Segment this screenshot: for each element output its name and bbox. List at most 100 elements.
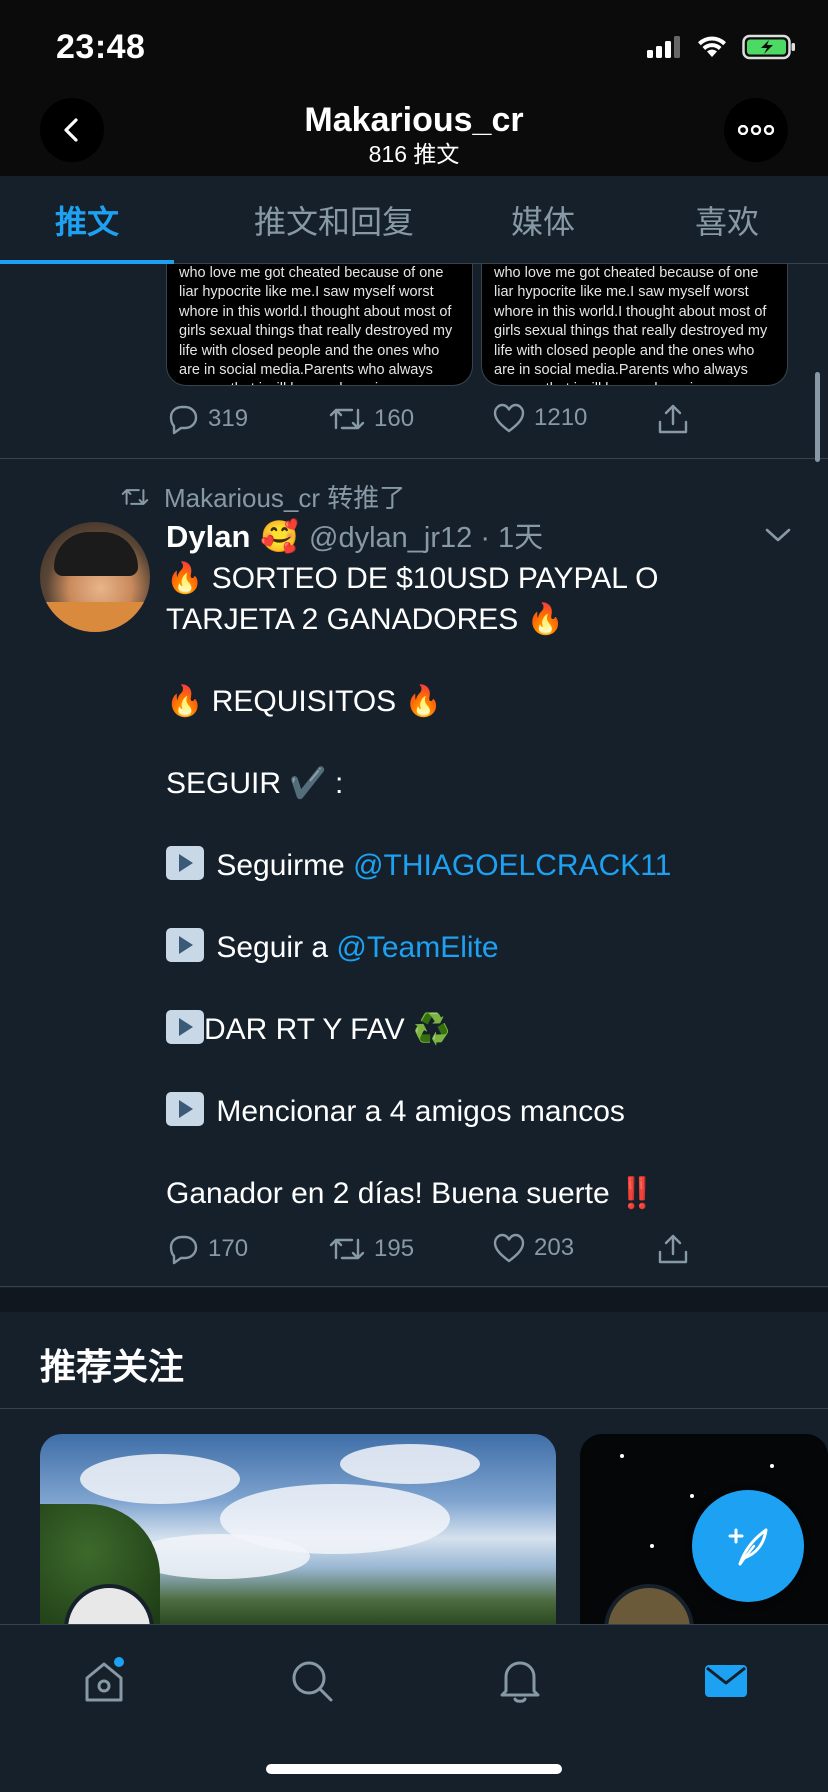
tweet-line-title: 🔥 SORTEO DE $10USD PAYPAL O TARJETA 2 GA… xyxy=(166,562,659,636)
play-button-emoji-icon xyxy=(166,1010,204,1044)
retweet-icon xyxy=(329,1238,365,1260)
status-icons xyxy=(646,34,796,60)
seguirme-text: Seguirme xyxy=(216,849,354,882)
retweet-count: 160 xyxy=(374,405,415,432)
retweet-button[interactable]: 195 xyxy=(328,1232,414,1266)
heart-icon xyxy=(493,403,525,433)
tab-tweets-label: 推文 xyxy=(54,204,119,240)
like-count: 1210 xyxy=(534,404,588,431)
retweet-icon xyxy=(329,408,365,430)
star-dot xyxy=(690,1494,694,1498)
media-image-2-text: who love me got cheated because of one l… xyxy=(494,265,768,385)
mention-link-thiagoelcrack11[interactable]: @THIAGOELCRACK11 xyxy=(353,849,671,882)
like-button[interactable]: 1210 xyxy=(492,402,587,434)
tweet-divider xyxy=(0,458,828,459)
search-icon xyxy=(292,1661,333,1702)
wifi-icon xyxy=(698,36,726,57)
section-separator xyxy=(0,1288,828,1312)
share-icon xyxy=(658,1234,688,1264)
tab-media-label: 媒体 xyxy=(510,204,575,240)
author-handle-time[interactable]: @dylan_jr12 · 1天 xyxy=(309,514,543,556)
chevron-down-icon xyxy=(765,528,791,542)
tweet-line-requisitos: 🔥 REQUISITOS 🔥 xyxy=(166,685,442,718)
heart-icon xyxy=(493,1233,525,1263)
tab-media[interactable]: 媒体 xyxy=(486,176,600,264)
more-options-button[interactable] xyxy=(724,98,788,162)
seguir-a-text: Seguir a xyxy=(216,931,337,964)
avatar-shirt xyxy=(40,602,150,632)
reply-count: 319 xyxy=(208,405,249,432)
retweet-small-icon xyxy=(121,488,149,505)
nav-search[interactable] xyxy=(282,1651,342,1711)
notifications-icon xyxy=(500,1661,540,1703)
reply-button[interactable]: 170 xyxy=(166,1232,248,1266)
tweet-line-dar-rt: DAR RT Y FAV ♻️ xyxy=(166,1009,786,1050)
avatar-cap xyxy=(54,532,138,576)
star-dot xyxy=(620,1454,624,1458)
media-image-1[interactable]: who love me got cheated because of one l… xyxy=(166,264,473,386)
mention-link-teamelite[interactable]: @TeamElite xyxy=(336,931,498,964)
tweet-line-seguir: SEGUIR ✔️ : xyxy=(166,767,344,800)
tab-tweets-replies-label: 推文和回复 xyxy=(253,204,414,240)
media-image-2[interactable]: who love me got cheated because of one l… xyxy=(481,264,788,386)
battery-charging-icon xyxy=(742,34,795,60)
tweet-divider xyxy=(0,1286,828,1287)
cloud-shape xyxy=(340,1444,480,1484)
tab-tweets-replies[interactable]: 推文和回复 xyxy=(214,176,454,264)
retweet-context[interactable]: Makarious_cr 转推了 xyxy=(120,478,405,515)
tab-tweets[interactable]: 推文 xyxy=(0,176,174,264)
share-button[interactable] xyxy=(656,402,690,436)
play-button-emoji-icon xyxy=(166,928,204,962)
tweet-actions: 319 160 1210 xyxy=(166,402,706,442)
profile-name: Makarious_cr xyxy=(304,101,524,139)
retweeted-by-text: Makarious_cr 转推了 xyxy=(164,483,406,513)
dar-rt-text: DAR RT Y FAV ♻️ xyxy=(204,1013,451,1046)
tweet-media[interactable]: who love me got cheated because of one l… xyxy=(166,264,788,386)
mencionar-text: Mencionar a 4 amigos mancos xyxy=(216,1095,625,1128)
scrollbar[interactable] xyxy=(815,372,820,462)
tweet-line-mencionar: Mencionar a 4 amigos mancos xyxy=(166,1091,786,1132)
tweet-line-ganador: Ganador en 2 días! Buena suerte ‼️ xyxy=(166,1177,656,1210)
avatar[interactable] xyxy=(40,522,150,632)
tab-likes-label: 喜欢 xyxy=(694,204,759,240)
tweet-text: 🔥 SORTEO DE $10USD PAYPAL O TARJETA 2 GA… xyxy=(166,558,786,1214)
home-indicator[interactable] xyxy=(266,1764,562,1774)
status-bar: 23:48 xyxy=(0,0,828,96)
nav-home[interactable] xyxy=(74,1651,134,1711)
nav-notifications[interactable] xyxy=(490,1651,550,1711)
like-count: 203 xyxy=(534,1234,575,1261)
tweet-actions: 170 195 203 xyxy=(166,1232,706,1272)
home-icon xyxy=(85,1657,124,1702)
avatar[interactable] xyxy=(604,1584,694,1624)
nav-messages[interactable] xyxy=(696,1651,756,1711)
cellular-signal-icon xyxy=(647,36,680,58)
top-bar: 23:48 Makarious_cr 816 推文 xyxy=(0,0,828,176)
reply-icon xyxy=(169,405,198,435)
share-icon xyxy=(658,404,688,434)
follow-card[interactable] xyxy=(40,1434,556,1624)
who-to-follow-title: 推荐关注 xyxy=(40,1346,185,1387)
reply-button[interactable]: 319 xyxy=(166,402,248,436)
more-dots-icon xyxy=(738,125,774,135)
cloud-shape xyxy=(80,1454,240,1504)
tweet-line-seguir-a: Seguir a @TeamElite xyxy=(166,927,786,968)
like-button[interactable]: 203 xyxy=(492,1232,574,1264)
section-divider xyxy=(0,1408,828,1409)
retweet-button[interactable]: 160 xyxy=(328,402,414,436)
tweet-menu-button[interactable] xyxy=(764,526,792,549)
play-button-emoji-icon xyxy=(166,846,204,880)
status-time: 23:48 xyxy=(56,28,146,66)
tweet-header: Dylan 🥰 @dylan_jr12 · 1天 xyxy=(166,514,543,556)
tab-likes[interactable]: 喜欢 xyxy=(670,176,784,264)
compose-feather-icon xyxy=(728,1528,768,1566)
messages-icon xyxy=(705,1665,747,1697)
profile-tabs: 推文 推文和回复 媒体 喜欢 xyxy=(0,176,828,264)
author-emoji: 🥰 xyxy=(260,519,300,554)
author-name[interactable]: Dylan xyxy=(166,519,250,555)
play-button-emoji-icon xyxy=(166,1092,204,1126)
media-image-1-text: who love me got cheated because of one l… xyxy=(179,265,453,385)
share-button[interactable] xyxy=(656,1232,690,1266)
compose-tweet-button[interactable] xyxy=(692,1490,804,1602)
reply-icon xyxy=(169,1235,198,1265)
profile-header: Makarious_cr 816 推文 xyxy=(0,100,828,168)
